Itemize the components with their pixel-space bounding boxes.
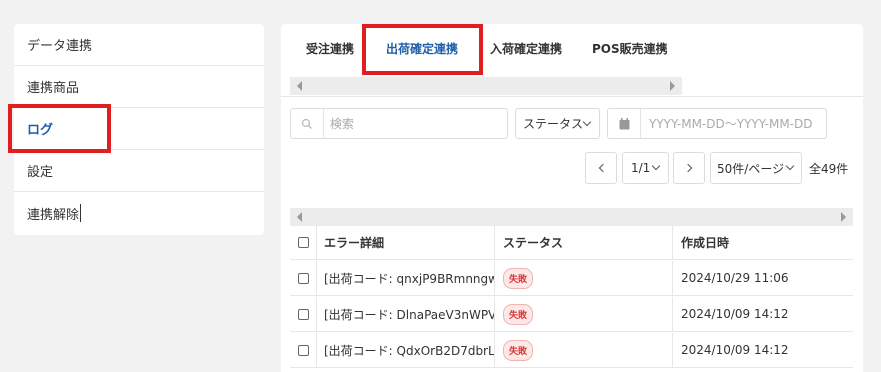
table-scrollbar[interactable] [290, 208, 853, 226]
page-indicator: 1/1 [631, 161, 651, 175]
chevron-down-icon [651, 161, 661, 171]
status-badge: 失敗 [503, 303, 534, 325]
sidebar-item-settings[interactable]: 設定 [14, 150, 264, 192]
status-cell: 失敗 [495, 261, 673, 295]
chevron-left-icon [598, 163, 608, 173]
header-error-detail: エラー詳細 [317, 226, 495, 259]
tab-order-sync[interactable]: 受注連携 [306, 40, 354, 57]
table-row[interactable]: [出荷コード: DlnaPaeV3nWPV 失敗 2024/10/09 14:1… [290, 297, 853, 332]
page-select[interactable]: 1/1 [622, 152, 669, 184]
status-badge: 失敗 [503, 267, 534, 289]
sidebar-item-label: データ連携 [27, 39, 93, 54]
text-cursor [80, 204, 82, 222]
row-checkbox[interactable] [297, 344, 309, 356]
scroll-left-icon[interactable] [297, 212, 302, 222]
error-detail-cell: [出荷コード: QdxOrB2D7dbrL [317, 333, 495, 367]
scroll-right-icon[interactable] [841, 212, 846, 222]
header-status: ステータス [495, 226, 673, 259]
header-checkbox-cell [290, 226, 317, 259]
select-all-checkbox[interactable] [297, 237, 309, 248]
header-created-at: 作成日時 [681, 236, 730, 250]
status-cell: 失敗 [495, 333, 673, 367]
chevron-down-icon [785, 161, 795, 171]
table-row[interactable]: [出荷コード: qnxjP9BRmnngw 失敗 2024/10/29 11:0… [290, 261, 853, 296]
status-badge: 失敗 [503, 339, 534, 361]
highlight-box-shipment-tab [362, 24, 483, 75]
chevron-right-icon [683, 163, 693, 173]
chevron-down-icon [582, 117, 592, 127]
sidebar-item-unlink[interactable]: 連携解除 [14, 192, 264, 234]
search-input[interactable] [324, 116, 504, 131]
row-checkbox-cell [290, 297, 317, 331]
tab-arrival-confirm-sync[interactable]: 入荷確定連携 [490, 40, 562, 57]
date-range-field[interactable]: YYYY-MM-DD〜YYYY-MM-DD [607, 108, 827, 139]
created-at-cell: 2024/10/29 11:06 [681, 271, 789, 285]
total-count: 全49件 [809, 162, 849, 176]
status-select[interactable]: ステータス [515, 108, 600, 139]
scroll-left-icon[interactable] [297, 81, 302, 91]
divider [281, 96, 863, 97]
sidebar-item-label: 連携解除 [27, 207, 80, 223]
search-icon [291, 109, 324, 138]
row-checkbox-cell [290, 333, 317, 367]
tab-pos-sales-sync[interactable]: POS販売連携 [592, 40, 668, 57]
date-range-placeholder: YYYY-MM-DD〜YYYY-MM-DD [649, 117, 813, 131]
tab-scrollbar[interactable] [290, 77, 682, 95]
status-select-label: ステータス [523, 117, 584, 131]
sidebar-item-label: 連携商品 [27, 81, 80, 96]
created-at-cell: 2024/10/09 14:12 [681, 343, 789, 357]
status-cell: 失敗 [495, 297, 673, 331]
calendar-icon [608, 109, 641, 138]
scroll-right-icon[interactable] [670, 81, 675, 91]
table-row[interactable]: [出荷コード: QdxOrB2D7dbrL 失敗 2024/10/09 14:1… [290, 333, 853, 368]
next-page-button[interactable] [673, 152, 705, 184]
table-header-row: エラー詳細 ステータス 作成日時 [290, 226, 853, 260]
per-page-select[interactable]: 50件/ページ [710, 152, 802, 184]
row-checkbox[interactable] [297, 272, 309, 284]
search-box [290, 108, 508, 139]
sidebar-item-sync-products[interactable]: 連携商品 [14, 66, 264, 108]
created-at-cell: 2024/10/09 14:12 [681, 307, 789, 321]
sidebar-item-data-sync[interactable]: データ連携 [14, 24, 264, 66]
error-detail-cell: [出荷コード: DlnaPaeV3nWPV [317, 297, 495, 331]
row-checkbox-cell [290, 261, 317, 295]
main-panel: 受注連携 出荷確定連携 入荷確定連携 POS販売連携 ステータス YYYY-MM… [281, 24, 863, 372]
sidebar-item-label: 設定 [27, 165, 54, 180]
error-detail-cell: [出荷コード: qnxjP9BRmnngw [317, 261, 495, 295]
highlight-box-log [8, 104, 111, 153]
per-page-label: 50件/ページ [717, 161, 785, 176]
prev-page-button[interactable] [585, 152, 617, 184]
row-checkbox[interactable] [297, 308, 309, 320]
